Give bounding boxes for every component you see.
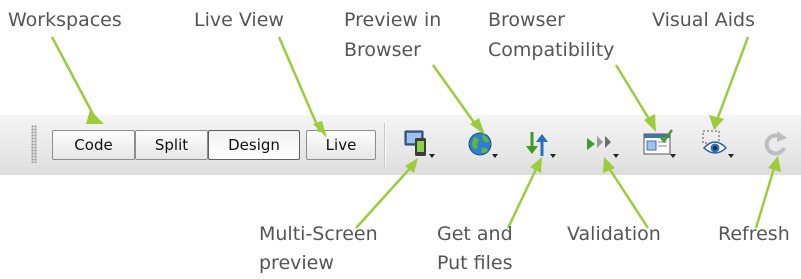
callout-validation: [605, 164, 650, 229]
callout-browser-compat: [614, 64, 654, 125]
label-multi-screen-2: preview: [259, 252, 334, 274]
callout-multi-screen: [355, 164, 414, 229]
callout-preview-in-browser: [431, 64, 480, 129]
label-get-put-2: Put files: [437, 252, 513, 274]
callout-workspaces: [50, 36, 97, 119]
callout-refresh: [754, 164, 777, 229]
callout-visual-aids: [715, 36, 750, 121]
label-refresh: Refresh: [718, 223, 790, 245]
callout-get-put: [506, 164, 540, 229]
label-get-put-1: Get and: [437, 223, 513, 245]
label-multi-screen-1: Multi-Screen: [259, 223, 378, 245]
label-validation: Validation: [567, 223, 661, 245]
callout-lines: [50, 36, 781, 229]
callout-live-view: [277, 36, 322, 133]
